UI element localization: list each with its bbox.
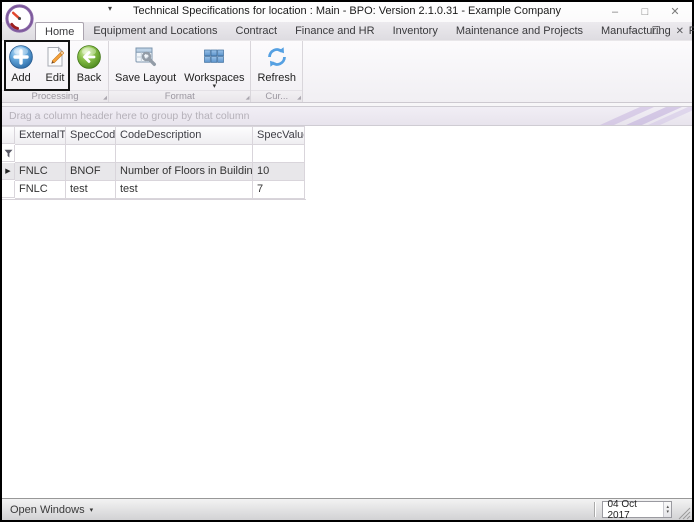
cell-speccode[interactable]: test	[66, 181, 116, 199]
app-window: { "window": { "title": "Technical Specif…	[0, 0, 694, 522]
current-buttons: Refresh	[251, 41, 302, 90]
date-editor[interactable]: 04 Oct 2017 ▴ ▾	[602, 499, 672, 521]
header-indicator-cell	[2, 126, 15, 144]
workspaces-button[interactable]: Workspaces ▾	[180, 43, 248, 90]
close-button[interactable]: ✕	[660, 2, 690, 22]
back-button-label: Back	[76, 72, 102, 84]
back-button[interactable]: Back	[72, 43, 106, 84]
add-icon	[8, 43, 34, 70]
swoosh-decoration	[600, 107, 692, 125]
mdi-window-controls: – ❐ ✕	[631, 24, 684, 39]
open-windows-button[interactable]: Open Windows ▾	[10, 504, 93, 516]
format-buttons: Save Layout Workspaces ▾	[109, 41, 250, 90]
edit-icon	[42, 43, 68, 70]
filter-indicator-cell	[2, 145, 15, 162]
content-area: ExternalType SpecCode CodeDescription Sp…	[2, 126, 692, 498]
tab-inventory[interactable]: Inventory	[384, 22, 447, 40]
add-button-label: Add	[11, 72, 31, 84]
cell-specvalue[interactable]: 7	[253, 181, 305, 199]
minimize-button[interactable]: –	[600, 2, 630, 22]
dialog-launcher-icon[interactable]: ◢	[103, 96, 107, 101]
date-spinner[interactable]: ▴ ▾	[663, 502, 671, 517]
group-caption-processing: Processing ◢	[2, 90, 108, 102]
filter-icon	[4, 149, 12, 157]
group-caption-current: Cur... ◢	[251, 90, 303, 102]
grid-header-row: ExternalType SpecCode CodeDescription Sp…	[2, 126, 306, 145]
refresh-button[interactable]: Refresh	[253, 43, 300, 84]
group-caption-format-label: Format	[164, 91, 195, 102]
dialog-launcher-icon[interactable]: ◢	[246, 96, 250, 101]
app-logo-icon[interactable]	[5, 4, 34, 33]
row-indicator-cell: ▶	[2, 163, 15, 180]
table-row[interactable]: ▶ FNLC BNOF Number of Floors in Building…	[2, 163, 306, 181]
save-layout-button-label: Save Layout	[115, 72, 177, 84]
open-windows-label: Open Windows	[10, 503, 85, 516]
resize-grip-icon[interactable]	[675, 504, 691, 520]
open-windows-dropdown-icon: ▾	[89, 506, 94, 514]
tab-home[interactable]: Home	[35, 22, 85, 40]
window-title: Technical Specifications for location : …	[133, 5, 561, 17]
filter-cell-specvalue[interactable]	[253, 145, 305, 163]
status-bar: Open Windows ▾ 04 Oct 2017 ▴ ▾	[2, 498, 692, 521]
cell-specvalue[interactable]: 10	[253, 163, 305, 181]
refresh-button-label: Refresh	[257, 72, 297, 84]
ribbon: Add Edit Back Processing ◢ Save Layout W…	[2, 40, 692, 103]
column-header-codedescription[interactable]: CodeDescription	[116, 126, 253, 145]
ribbon-tab-bar: Home Equipment and Locations Contract Fi…	[2, 22, 694, 41]
date-value[interactable]: 04 Oct 2017	[603, 499, 663, 521]
filter-cell-externaltype[interactable]	[15, 145, 66, 163]
back-icon	[76, 43, 102, 70]
status-separator	[594, 502, 596, 517]
cell-speccode[interactable]: BNOF	[66, 163, 116, 181]
workspaces-icon	[201, 43, 227, 70]
edit-button-label: Edit	[45, 72, 65, 84]
mdi-restore-button[interactable]: ❐	[652, 24, 661, 39]
save-layout-icon	[133, 43, 159, 70]
cell-codedescription[interactable]: test	[116, 181, 253, 199]
cell-externaltype[interactable]: FNLC	[15, 163, 66, 181]
tab-maintenance-and-projects[interactable]: Maintenance and Projects	[447, 22, 592, 40]
cell-externaltype[interactable]: FNLC	[15, 181, 66, 199]
group-caption-current-label: Cur...	[265, 91, 289, 102]
spec-grid: ExternalType SpecCode CodeDescription Sp…	[2, 126, 306, 200]
column-header-externaltype[interactable]: ExternalType	[15, 126, 66, 145]
filter-cell-codedescription[interactable]	[116, 145, 253, 163]
refresh-icon	[264, 43, 290, 70]
tab-equipment-and-locations[interactable]: Equipment and Locations	[84, 22, 226, 40]
mdi-close-button[interactable]: ✕	[676, 24, 684, 39]
group-caption-processing-label: Processing	[31, 91, 79, 102]
ribbon-group-current: Refresh Cur... ◢	[251, 41, 304, 102]
row-indicator-icon: ▶	[5, 167, 11, 175]
filter-cell-speccode[interactable]	[66, 145, 116, 163]
row-indicator-cell	[2, 181, 15, 198]
add-button[interactable]: Add	[4, 43, 38, 84]
grid-filter-row	[2, 145, 306, 163]
mdi-minimize-button[interactable]: –	[631, 24, 637, 39]
save-layout-button[interactable]: Save Layout	[111, 43, 180, 84]
tab-finance-and-hr[interactable]: Finance and HR	[286, 22, 384, 40]
tab-contract[interactable]: Contract	[227, 22, 287, 40]
quick-access-dropdown-icon[interactable]: ▾	[108, 4, 112, 13]
maximize-button[interactable]: □	[630, 2, 660, 22]
title-bar: ▾ Technical Specifications for location …	[2, 2, 692, 33]
column-header-speccode[interactable]: SpecCode	[66, 126, 116, 145]
cell-codedescription[interactable]: Number of Floors in Building	[116, 163, 253, 181]
status-bar-right: 04 Oct 2017 ▴ ▾	[594, 499, 692, 521]
column-header-specvalue[interactable]: SpecValue	[253, 126, 305, 145]
processing-buttons: Add Edit Back	[2, 41, 108, 90]
window-controls: – □ ✕	[600, 2, 690, 22]
edit-button[interactable]: Edit	[38, 43, 72, 84]
group-caption-format: Format ◢	[109, 90, 251, 102]
ribbon-group-format: Save Layout Workspaces ▾ Format ◢	[109, 41, 252, 102]
group-by-panel[interactable]: Drag a column header here to group by th…	[2, 106, 692, 126]
spinner-down-icon[interactable]: ▾	[666, 509, 669, 515]
table-row[interactable]: FNLC test test 7	[2, 181, 306, 199]
dialog-launcher-icon[interactable]: ◢	[297, 96, 301, 101]
ribbon-group-processing: Add Edit Back Processing ◢	[2, 41, 109, 102]
